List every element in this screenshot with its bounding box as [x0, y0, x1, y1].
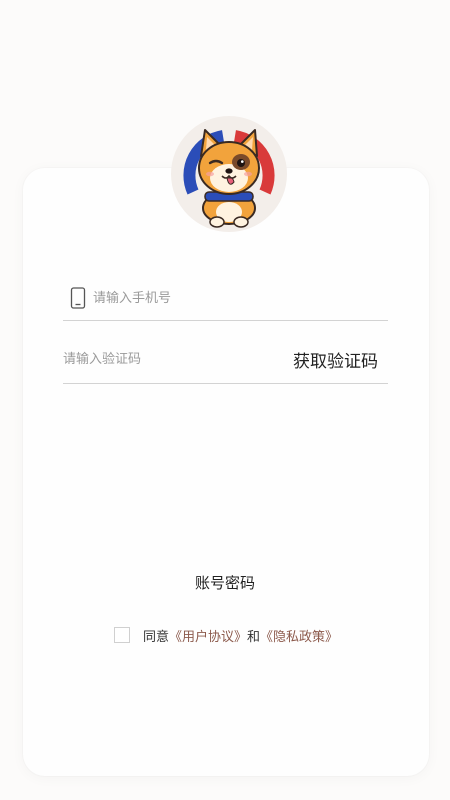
login-card: [23, 168, 429, 776]
agree-conjunction: 和: [247, 630, 261, 645]
phone-input[interactable]: [93, 288, 373, 308]
mobile-phone-icon: [70, 287, 86, 309]
shiba-dog-icon: [183, 129, 275, 228]
privacy-policy-link[interactable]: 《隐私政策》: [260, 630, 338, 645]
account-password-login-link[interactable]: 账号密码: [0, 572, 450, 593]
phone-row: [63, 280, 388, 321]
verification-code-input[interactable]: [63, 349, 263, 369]
verification-code-row: 获取验证码: [63, 340, 388, 384]
get-code-button[interactable]: 获取验证码: [293, 347, 378, 372]
agree-checkbox[interactable]: [114, 627, 130, 643]
agreement-text: 同意《用户协议》和《隐私政策》: [143, 626, 338, 645]
user-agreement-link[interactable]: 《用户协议》: [169, 630, 247, 645]
agree-prefix: 同意: [143, 630, 170, 645]
app-logo-avatar: [171, 116, 287, 232]
